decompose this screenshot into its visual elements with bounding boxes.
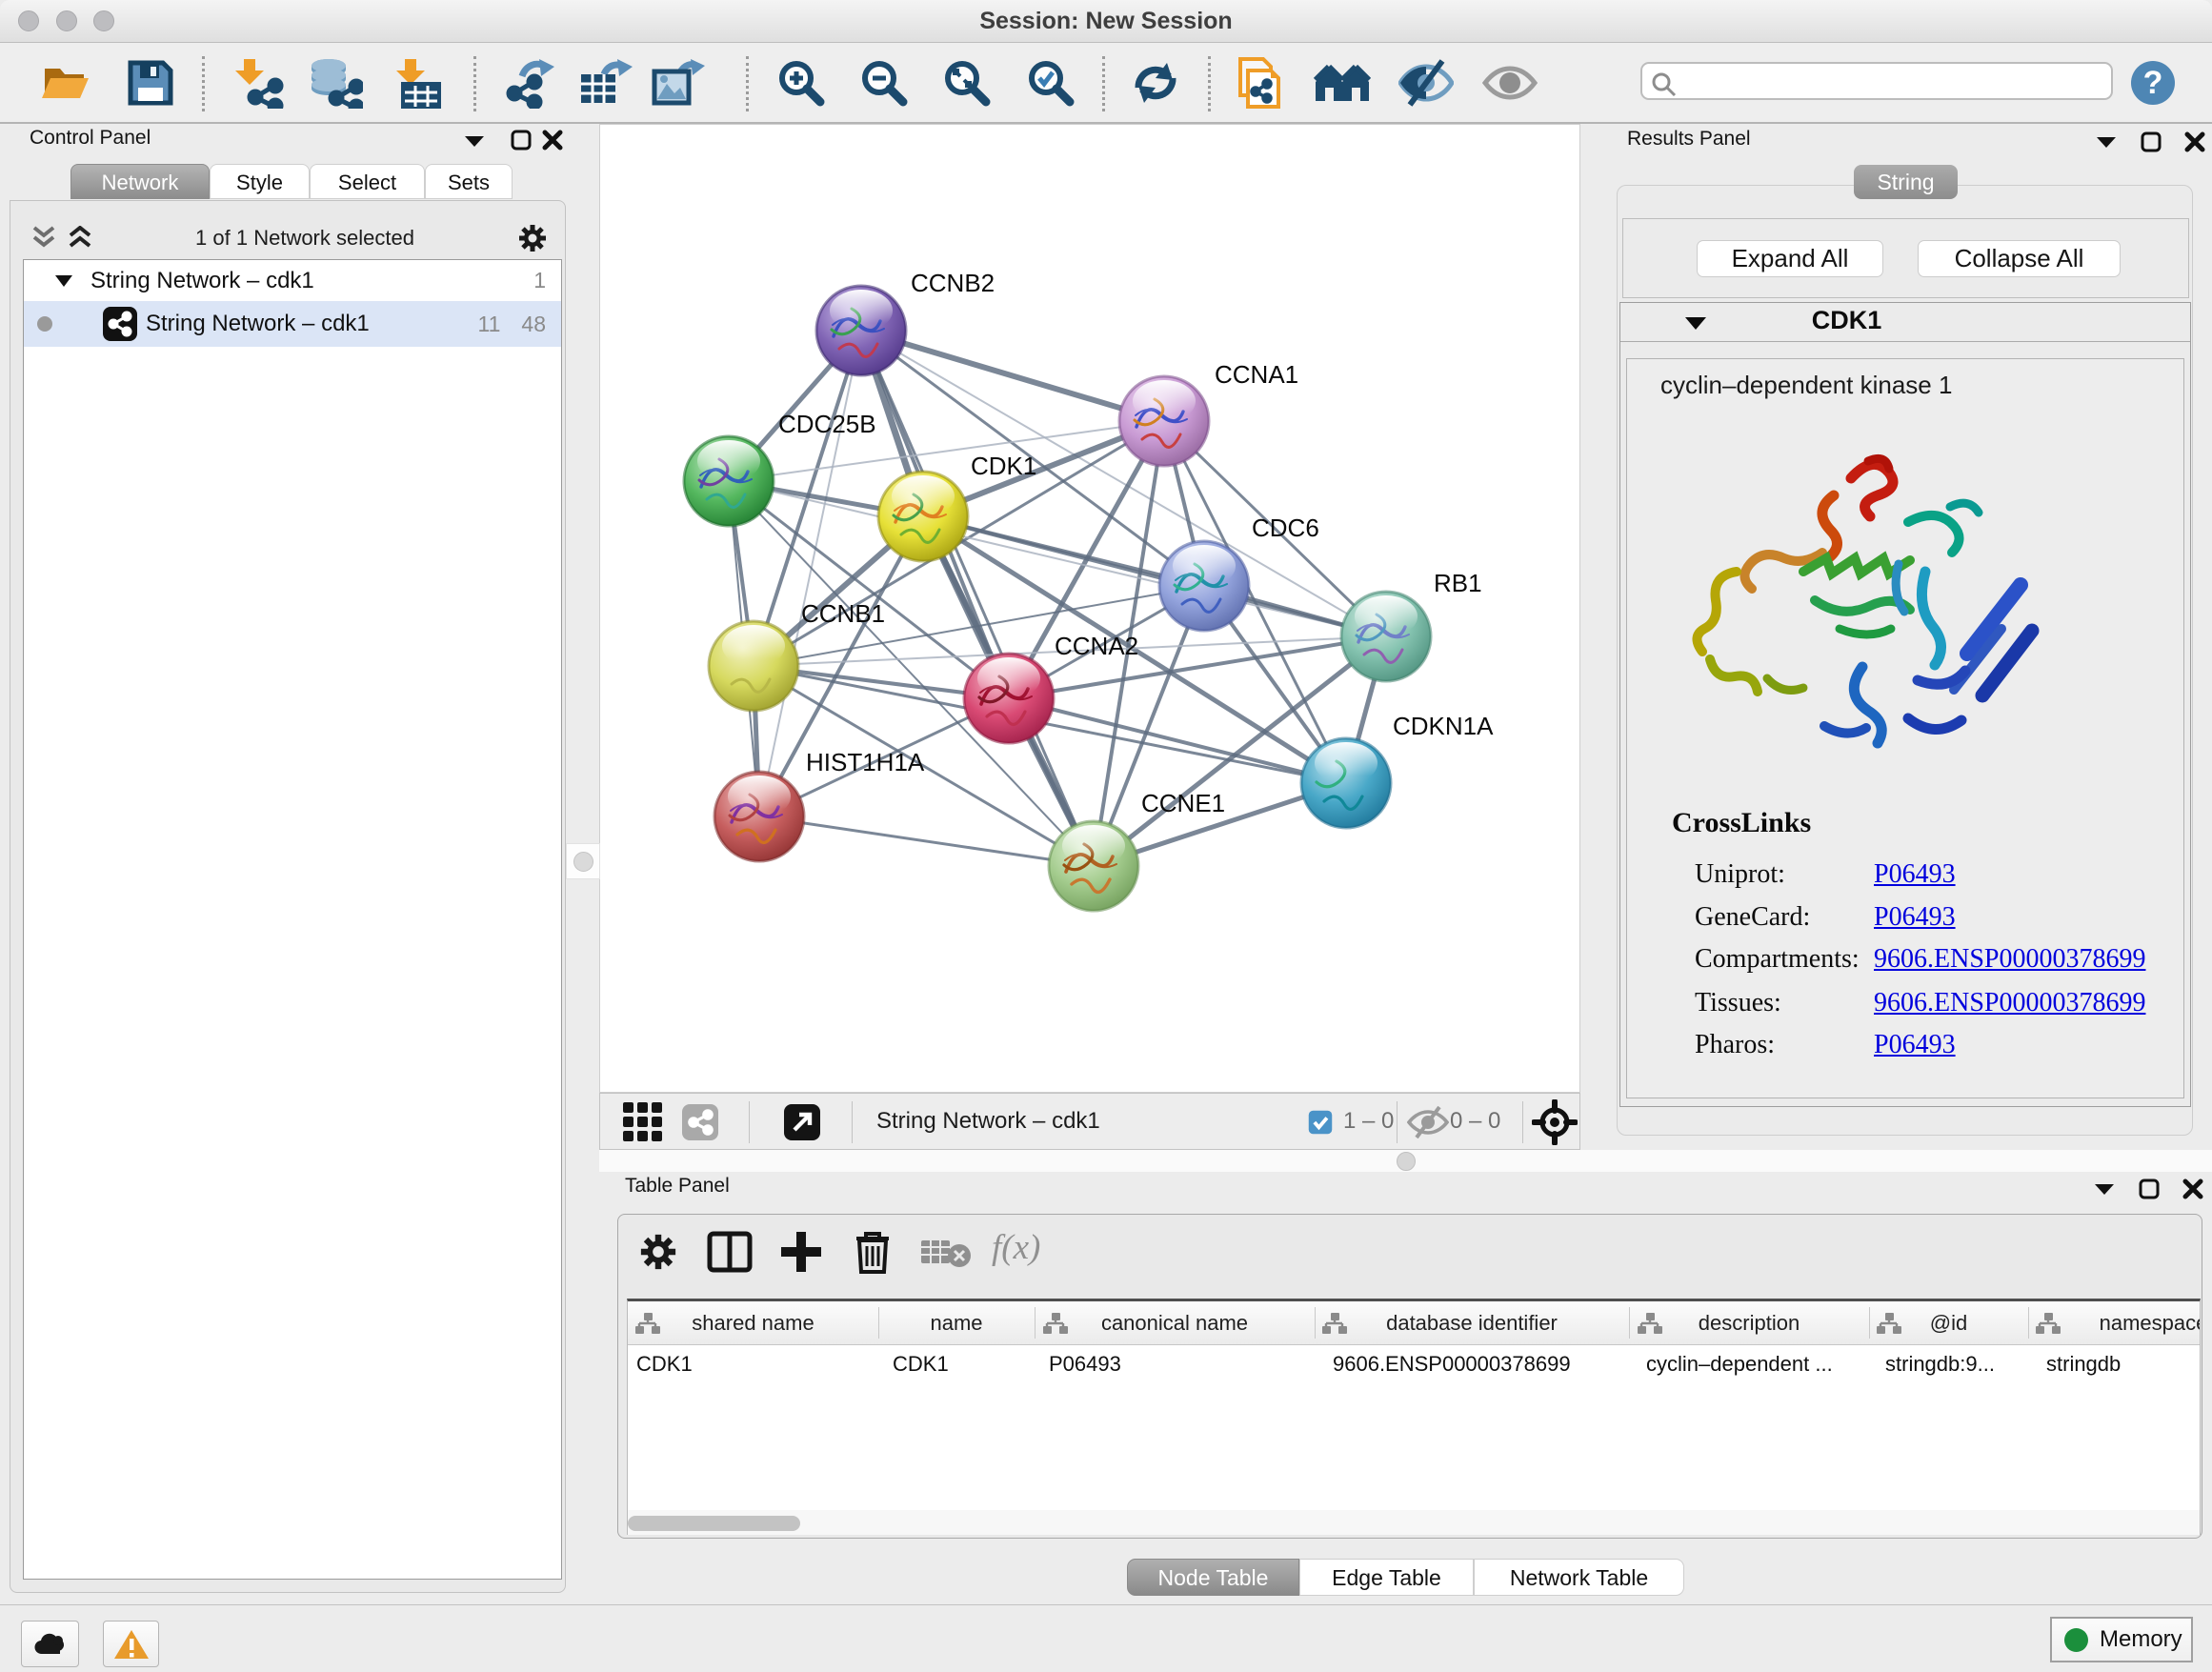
svg-text:CDKN1A: CDKN1A — [1393, 712, 1494, 740]
svg-text:CCNB2: CCNB2 — [911, 269, 995, 297]
svg-text:HIST1H1A: HIST1H1A — [806, 748, 925, 776]
svg-text:RB1: RB1 — [1434, 569, 1482, 597]
svg-text:CDK1: CDK1 — [971, 452, 1036, 480]
svg-text:CCNA2: CCNA2 — [1055, 632, 1138, 660]
svg-text:CCNA1: CCNA1 — [1215, 360, 1298, 389]
svg-text:CDC25B: CDC25B — [778, 410, 876, 438]
svg-text:CCNE1: CCNE1 — [1141, 789, 1225, 817]
svg-text:CCNB1: CCNB1 — [801, 599, 885, 628]
svg-text:?: ? — [2143, 65, 2163, 101]
svg-text:CDC6: CDC6 — [1252, 514, 1319, 542]
